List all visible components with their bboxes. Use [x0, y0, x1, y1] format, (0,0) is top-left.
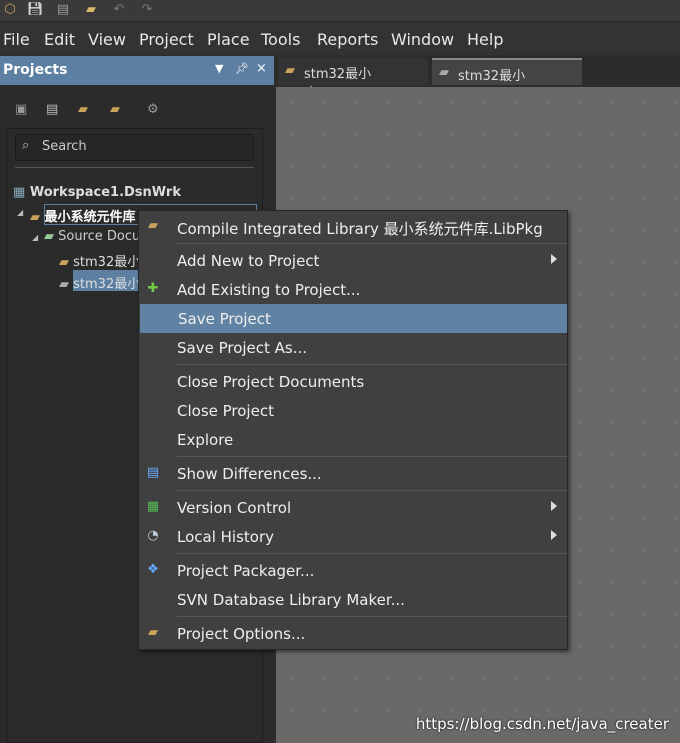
search-icon: ⌕ — [22, 138, 30, 153]
tab-schlib[interactable]: ▰stm32最小库.SchLib — [278, 58, 428, 101]
menu-edit[interactable]: Edit — [44, 30, 75, 49]
menu-window[interactable]: Window — [391, 30, 454, 49]
menu-item-compile[interactable]: ▰ Compile Integrated Library 最小系统元件库.LibP… — [139, 212, 567, 241]
add-existing-icon: ✚ — [147, 281, 159, 296]
menu-view[interactable]: View — [88, 30, 126, 49]
submenu-arrow-icon — [551, 501, 557, 511]
menu-item-save-project[interactable]: Save Project — [140, 304, 567, 333]
folder-settings-icon[interactable]: ▰ — [110, 102, 120, 117]
pcblib-icon: ▰ — [59, 277, 69, 292]
tree-doc-pcblib[interactable]: ▰ stm32最小 — [59, 273, 140, 292]
submenu-arrow-icon — [551, 530, 557, 540]
search-placeholder: Search — [42, 139, 87, 154]
menu-item-explore[interactable]: Explore — [139, 425, 567, 454]
menu-item-local-history[interactable]: ◔ Local History — [139, 522, 567, 551]
folder-icon: ▰ — [44, 229, 54, 244]
watermark: https://blog.csdn.net/java_creater — [415, 715, 669, 733]
menu-item-add-new[interactable]: Add New to Project — [139, 246, 567, 275]
menu-bar: File Edit View Project Place Tools Repor… — [0, 23, 680, 55]
save-all-icon[interactable]: ▤ — [55, 2, 71, 18]
expand-icon[interactable]: ◢ — [32, 233, 38, 242]
close-icon[interactable]: × — [256, 61, 267, 76]
differences-icon: ▤ — [146, 465, 160, 480]
menu-item-project-packager[interactable]: ❖ Project Packager... — [139, 556, 567, 585]
project-icon: ▰ — [30, 210, 40, 225]
menu-item-save-project-as[interactable]: Save Project As... — [139, 333, 567, 362]
menu-item-svn-library-maker[interactable]: SVN Database Library Maker... — [139, 585, 567, 614]
tab-pcblib[interactable]: ▰stm32最小库.PcbLib — [432, 58, 582, 103]
redo-icon[interactable]: ↷ — [139, 2, 155, 18]
gear-icon[interactable]: ⚙ — [147, 102, 159, 117]
compile-icon: ▰ — [148, 218, 158, 233]
menu-item-show-differences[interactable]: ▤ Show Differences... — [139, 459, 567, 488]
menu-item-version-control[interactable]: ▦ Version Control — [139, 493, 567, 522]
menu-place[interactable]: Place — [207, 30, 250, 49]
context-menu: ▰ Compile Integrated Library 最小系统元件库.LibP… — [138, 210, 568, 650]
submenu-arrow-icon — [551, 254, 557, 264]
menu-file[interactable]: File — [3, 30, 30, 49]
schlib-icon: ▰ — [285, 63, 295, 78]
menu-item-project-options[interactable]: ▰ Project Options... — [139, 619, 567, 648]
menu-item-add-existing[interactable]: ✚ Add Existing to Project... — [139, 275, 567, 304]
menu-item-close-documents[interactable]: Close Project Documents — [139, 367, 567, 396]
pin-icon[interactable]: 📌︎ — [235, 62, 249, 75]
folder-search-icon[interactable]: ▰ — [78, 102, 88, 117]
expand-icon[interactable]: ◢ — [17, 208, 23, 217]
quick-access-toolbar: ⬡ 💾︎ ▤ ▰ ↶ ↷ — [0, 0, 680, 22]
undo-icon[interactable]: ↶ — [111, 2, 127, 18]
version-control-icon: ▦ — [146, 499, 160, 514]
options-icon: ▰ — [148, 625, 158, 640]
tree-workspace[interactable]: ▦ Workspace1.DsnWrk — [13, 185, 181, 200]
packager-icon: ❖ — [147, 562, 159, 577]
menu-project[interactable]: Project — [139, 30, 194, 49]
tree-project-label: ▰ 最小系统元件库 — [30, 210, 136, 225]
save-icon[interactable]: 💾︎ — [27, 2, 44, 18]
open-folder-icon[interactable]: ▰ — [83, 2, 99, 18]
tree-doc-schlib[interactable]: ▰ stm32最小 — [59, 251, 140, 270]
menu-tools[interactable]: Tools — [261, 30, 300, 49]
documents-icon[interactable]: ▤ — [46, 102, 58, 117]
clock-icon: ◔ — [147, 528, 159, 543]
menu-reports[interactable]: Reports — [317, 30, 378, 49]
schlib-icon: ▰ — [59, 255, 69, 270]
menu-item-close-project[interactable]: Close Project — [139, 396, 567, 425]
menu-help[interactable]: Help — [467, 30, 503, 49]
save-icon[interactable]: ▣ — [15, 102, 27, 117]
panel-menu-icon[interactable]: ▼ — [215, 62, 223, 75]
workspace-icon: ▦ — [13, 185, 26, 200]
tree-folder[interactable]: ▰ Source Docu — [44, 229, 140, 244]
panel-title: Projects — [3, 62, 68, 78]
logo-icon: ⬡ — [4, 2, 16, 17]
pcblib-icon: ▰ — [439, 65, 449, 80]
